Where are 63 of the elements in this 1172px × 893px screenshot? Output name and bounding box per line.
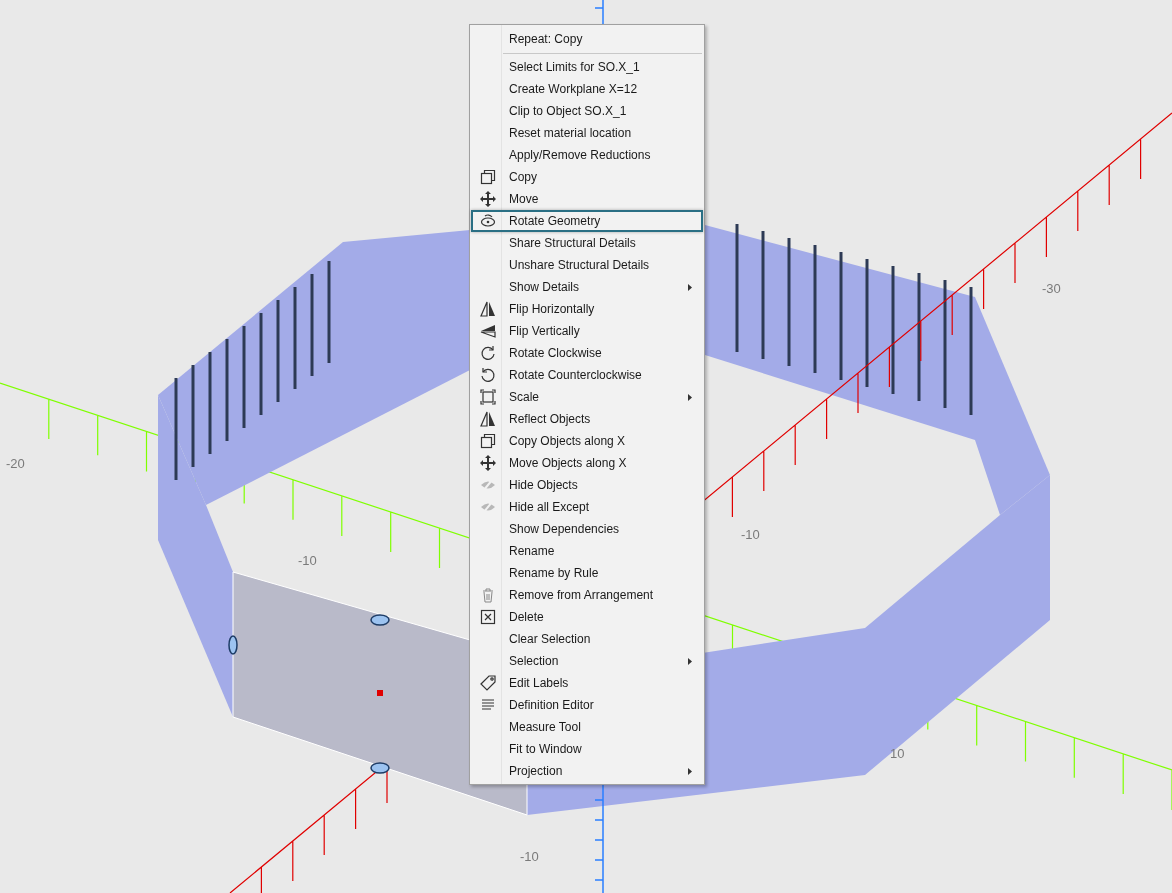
move-icon [480, 455, 496, 471]
axis-label: -10 [298, 553, 317, 568]
flip-vertical-icon [480, 323, 496, 339]
submenu-arrow-icon [688, 393, 692, 401]
menu-item[interactable]: Reflect Objects [471, 408, 703, 430]
tag-icon [480, 675, 496, 691]
text-lines-icon [480, 697, 496, 713]
menu-item[interactable]: Rename by Rule [471, 562, 703, 584]
menu-item[interactable]: Definition Editor [471, 694, 703, 716]
axis-label: -10 [741, 527, 760, 542]
menu-item[interactable]: Measure Tool [471, 716, 703, 738]
menu-item[interactable]: Hide all Except [471, 496, 703, 518]
menu-item[interactable]: Copy [471, 166, 703, 188]
trash-icon [480, 587, 496, 603]
menu-item[interactable]: Copy Objects along X [471, 430, 703, 452]
menu-item[interactable]: Create Workplane X=12 [471, 78, 703, 100]
delete-icon [480, 609, 496, 625]
axis-label: 10 [890, 746, 905, 761]
menu-item[interactable]: Delete [471, 606, 703, 628]
menu-item[interactable]: Rotate Geometry [471, 210, 703, 232]
copy-icon [480, 169, 496, 185]
center-point-icon [377, 690, 383, 696]
menu-item[interactable]: Reset material location [471, 122, 703, 144]
menu-item[interactable]: Rotate Counterclockwise [471, 364, 703, 386]
menu-item[interactable]: Unshare Structural Details [471, 254, 703, 276]
menu-item[interactable]: Flip Horizontally [471, 298, 703, 320]
menu-item[interactable]: Clip to Object SO.X_1 [471, 100, 703, 122]
menu-item[interactable]: Remove from Arrangement [471, 584, 703, 606]
menu-item[interactable]: Hide Objects [471, 474, 703, 496]
axis-label: -10 [520, 849, 539, 864]
menu-item[interactable]: Fit to Window [471, 738, 703, 760]
menu-item[interactable]: Move Objects along X [471, 452, 703, 474]
copy-icon [480, 433, 496, 449]
menu-item[interactable]: Edit Labels [471, 672, 703, 694]
menu-item[interactable]: Repeat: Copy [471, 28, 703, 50]
menu-item[interactable]: Apply/Remove Reductions [471, 144, 703, 166]
rotate-clockwise-icon [480, 345, 496, 361]
submenu-arrow-icon [688, 283, 692, 291]
menu-item[interactable]: Selection [471, 650, 703, 672]
flip-horizontal-icon [480, 411, 496, 427]
submenu-arrow-icon [688, 767, 692, 775]
menu-item[interactable]: Show Details [471, 276, 703, 298]
axis-label: -20 [6, 456, 25, 471]
menu-item[interactable]: Scale [471, 386, 703, 408]
grip-handle[interactable] [228, 635, 238, 655]
rotate-counterclockwise-icon [480, 367, 496, 383]
scale-icon [480, 389, 496, 405]
axis-label: -30 [1042, 281, 1061, 296]
menu-item[interactable]: Show Dependencies [471, 518, 703, 540]
menu-item[interactable]: Clear Selection [471, 628, 703, 650]
menu-item[interactable]: Share Structural Details [471, 232, 703, 254]
menu-item[interactable]: Flip Vertically [471, 320, 703, 342]
submenu-arrow-icon [688, 657, 692, 665]
grip-handle[interactable] [370, 762, 390, 774]
menu-item[interactable]: Rotate Clockwise [471, 342, 703, 364]
grip-handle[interactable] [370, 614, 390, 626]
flip-horizontal-icon [480, 301, 496, 317]
menu-item[interactable]: Select Limits for SO.X_1 [471, 56, 703, 78]
move-icon [480, 191, 496, 207]
menu-item[interactable]: Rename [471, 540, 703, 562]
menu-item[interactable]: Projection [471, 760, 703, 782]
menu-item[interactable]: Move [471, 188, 703, 210]
rotate-icon [480, 213, 496, 229]
